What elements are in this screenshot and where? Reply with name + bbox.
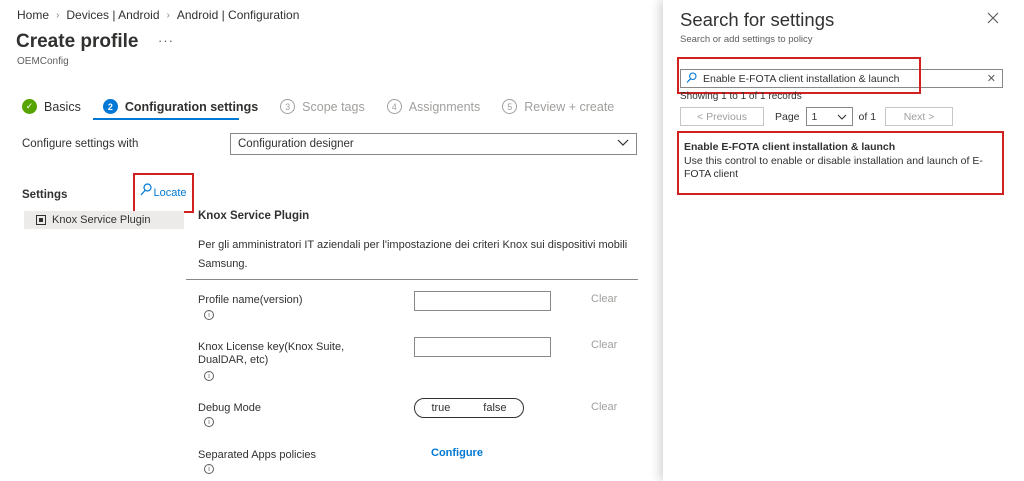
close-icon[interactable] (987, 11, 999, 29)
panel-title: Search for settings (680, 9, 835, 30)
panel-subtitle: Search or add settings to policy (680, 34, 813, 45)
page-label: Page (775, 110, 800, 123)
page-title: Create profile (16, 31, 139, 52)
chevron-right-icon: › (56, 9, 60, 21)
configure-settings-dropdown[interactable]: Configuration designer (230, 133, 637, 155)
active-step-underline (93, 118, 239, 120)
check-icon: ✓ (22, 99, 37, 114)
search-icon (140, 183, 153, 199)
chevron-down-icon (837, 111, 847, 123)
chevron-down-icon (617, 139, 629, 150)
profile-name-input[interactable] (414, 291, 551, 311)
step-configuration-settings[interactable]: 2 Configuration settings (102, 99, 259, 114)
search-highlight-box (677, 57, 921, 94)
step-review-create[interactable]: 5 Review + create (502, 99, 614, 114)
license-key-label: Knox License key(Knox Suite, DualDAR, et… (198, 341, 345, 366)
configure-settings-label: Configure settings with (22, 138, 139, 150)
dropdown-value: Configuration designer (238, 138, 354, 150)
plugin-icon (36, 215, 46, 225)
info-icon[interactable]: i (204, 417, 214, 427)
plugin-description: Per gli amministratori IT aziendali per … (198, 239, 628, 270)
clear-debug-mode-button[interactable]: Clear (591, 401, 617, 413)
tree-item-label: Knox Service Plugin (52, 214, 151, 226)
step-number: 3 (280, 99, 296, 114)
clear-search-icon[interactable]: ✕ (987, 72, 996, 85)
toggle-true-option[interactable]: true (431, 402, 450, 414)
clear-license-key-button[interactable]: Clear (591, 339, 617, 351)
step-number: 5 (502, 99, 518, 114)
more-options-icon[interactable]: ··· (158, 33, 174, 48)
chevron-right-icon: › (166, 9, 170, 21)
search-result-title[interactable]: Enable E-FOTA client installation & laun… (684, 141, 895, 153)
step-assignments[interactable]: 4 Assignments (386, 99, 481, 114)
records-count: Showing 1 to 1 of 1 records (680, 91, 802, 102)
debug-mode-toggle[interactable]: true false (414, 398, 524, 418)
separated-apps-label: Separated Apps policies (198, 449, 317, 461)
page-select-value: 1 (811, 110, 818, 123)
step-label: Scope tags (302, 99, 365, 114)
plugin-title: Knox Service Plugin (198, 210, 310, 222)
pagination: < Previous Page 1 of 1 Next > (680, 107, 954, 126)
locate-label: Locate (153, 187, 187, 199)
step-label: Review + create (524, 99, 615, 114)
step-scope-tags[interactable]: 3 Scope tags (280, 99, 365, 114)
info-icon[interactable]: i (204, 310, 214, 320)
license-key-input[interactable] (414, 337, 551, 357)
breadcrumb-android-config[interactable]: Android | Configuration (177, 8, 300, 22)
step-basics[interactable]: ✓ Basics (22, 99, 81, 114)
locate-button[interactable]: Locate (133, 173, 194, 213)
toggle-false-option[interactable]: false (483, 402, 506, 414)
step-label: Assignments (408, 99, 481, 114)
search-result-description: Use this control to enable or disable in… (684, 155, 983, 180)
breadcrumb-devices[interactable]: Devices | Android (66, 8, 159, 22)
previous-page-button[interactable]: < Previous (680, 107, 764, 126)
breadcrumb-home[interactable]: Home (17, 8, 49, 22)
clear-profile-name-button[interactable]: Clear (591, 293, 617, 305)
wizard-steps: ✓ Basics 2 Configuration settings 3 Scop… (22, 99, 636, 114)
info-icon[interactable]: i (204, 371, 214, 381)
configure-link[interactable]: Configure (431, 447, 483, 459)
step-number: 2 (102, 99, 118, 114)
next-page-button[interactable]: Next > (885, 107, 954, 126)
debug-mode-label: Debug Mode (198, 402, 261, 414)
page-subtitle: OEMConfig (17, 56, 69, 67)
page-of-label: of 1 (858, 110, 877, 123)
breadcrumb: Home › Devices | Android › Android | Con… (17, 8, 299, 22)
step-label: Basics (44, 99, 81, 114)
divider (186, 279, 638, 280)
page-select[interactable]: 1 (805, 107, 853, 126)
tree-item-knox-service-plugin[interactable]: Knox Service Plugin (24, 211, 184, 229)
info-icon[interactable]: i (204, 464, 214, 474)
settings-heading: Settings (22, 189, 68, 201)
step-number: 4 (386, 99, 402, 114)
step-label: Configuration settings (124, 99, 259, 114)
profile-name-label: Profile name(version) (198, 294, 303, 306)
